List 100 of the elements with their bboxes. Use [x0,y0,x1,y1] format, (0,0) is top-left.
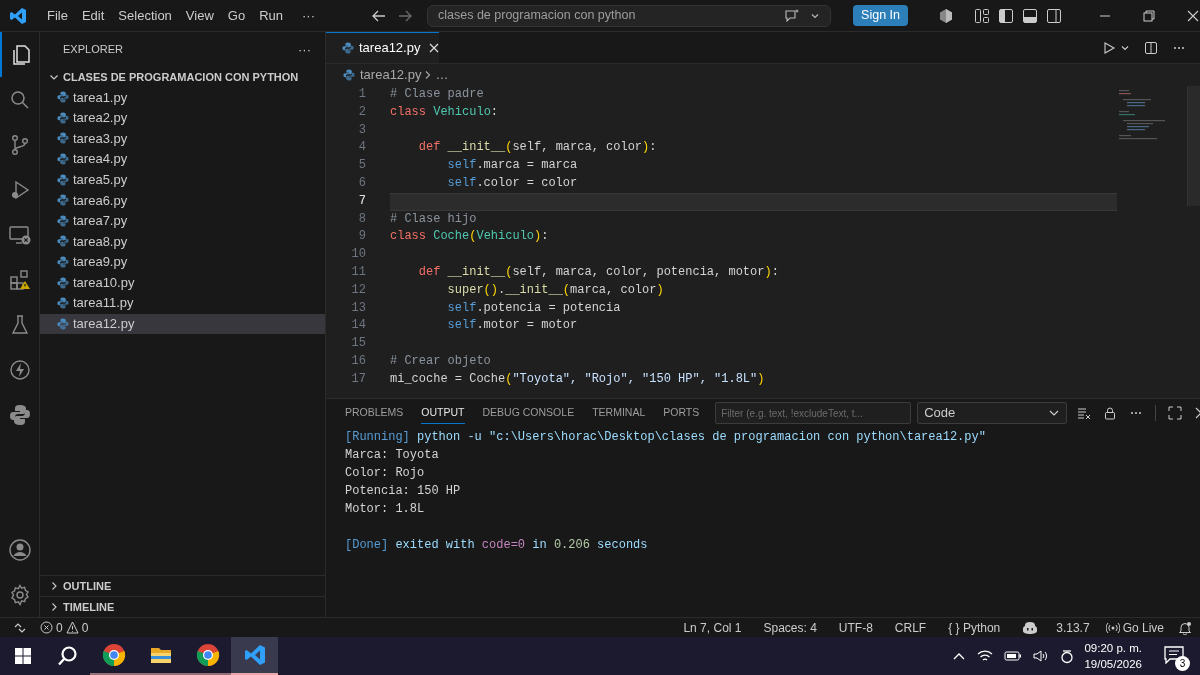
extensions-icon[interactable] [7,267,32,292]
split-editor-icon[interactable] [1144,40,1158,55]
section-header[interactable]: OUTLINE [40,575,325,596]
menu-item[interactable]: File [40,5,75,26]
panel-tab[interactable]: PORTS [663,402,700,424]
tree-item[interactable]: tarea4.py [40,148,325,170]
panel-tab[interactable]: OUTPUT [421,401,465,425]
sync-icon[interactable] [1060,648,1075,664]
file-name: tarea5.py [73,170,128,189]
tree-item[interactable]: tarea2.py [40,107,325,129]
problems-indicator[interactable]: 0 0 [40,618,89,637]
line-number: 13 [350,299,366,317]
file-name: tarea1.py [73,88,128,107]
channel-dropdown[interactable]: Code [917,402,1068,424]
sign-in-button[interactable]: Sign In [853,5,908,26]
more-menu-button[interactable]: ··· [290,5,327,26]
tree-item[interactable]: tarea8.py [40,231,325,252]
file-name: tarea7.py [73,212,128,231]
python-file-icon [57,256,69,269]
restore-icon[interactable] [1142,8,1156,23]
tree-item[interactable]: tarea12.py [40,313,325,335]
secondary-sidebar-icon[interactable] [1046,7,1062,24]
command-center[interactable]: clases de programacion con python [427,4,832,27]
line-number: 16 [350,352,366,370]
account-icon[interactable] [7,538,32,562]
code-line: # Clase padre [390,86,485,103]
tree-item[interactable]: tarea6.py [40,189,325,211]
line-ending[interactable]: CRLF [894,618,927,637]
panel-toggle-icon[interactable] [1022,7,1038,24]
python-file-icon [57,297,69,310]
clock-time[interactable]: 09:20 p. m. [1084,640,1142,656]
line-number: 12 [350,281,366,299]
tree-item[interactable]: tarea11.py [40,292,325,314]
output-line: Marca: Toyota [345,447,440,464]
tree-item[interactable]: tarea5.py [40,169,325,190]
lock-icon[interactable] [1103,406,1118,420]
customize-layout-icon[interactable] [974,7,990,24]
line-number: 6 [357,175,366,192]
filter-field[interactable]: Filter (e.g. text, !excludeText, t... [715,402,912,424]
warning-count: 0 [81,619,89,637]
bell-icon[interactable] [1178,620,1192,635]
folder-name: CLASES DE PROGRAMACION CON PYTHON [63,69,299,85]
file-name: tarea12.py [73,315,135,334]
panel-tab[interactable]: TERMINAL [592,402,646,424]
file-name: tarea3.py [73,129,128,148]
warning-icon [65,621,79,634]
close-icon[interactable] [1186,8,1200,23]
tree-item[interactable]: tarea10.py [40,272,325,293]
sidebar-toggle-icon[interactable] [998,7,1014,24]
maximize-icon[interactable] [1168,406,1183,420]
editor-tab[interactable]: tarea12.py [326,32,439,63]
tree-item[interactable]: tarea1.py [40,87,325,108]
tree-item[interactable]: tarea9.py [40,251,325,273]
windows-start-icon[interactable] [13,647,32,665]
menu-item[interactable]: View [178,5,221,26]
file-name: tarea10.py [73,273,135,292]
folder-header[interactable]: CLASES DE PROGRAMACION CON PYTHON [40,67,325,87]
clock-date[interactable]: 19/05/2026 [1084,656,1142,672]
run-icon[interactable] [1102,40,1116,55]
indentation[interactable]: Spaces: 4 [763,618,817,637]
menu-item[interactable]: Edit [74,5,112,26]
cube-icon[interactable] [938,7,954,24]
breadcrumb-item[interactable]: … [435,65,449,85]
menu-item[interactable]: Selection [111,5,179,26]
code-line: self.potencia = potencia [446,299,622,317]
taskbar-app[interactable] [231,637,278,675]
code-line: self.color = color [446,175,579,192]
battery-icon[interactable] [1004,650,1023,662]
tree-item[interactable]: tarea7.py [40,210,325,232]
interpreter-version[interactable]: 3.13.7 [1056,618,1090,637]
file-name: tarea11.py [73,294,134,313]
lightning-icon[interactable] [7,357,32,382]
menu-item[interactable]: Go [220,5,253,26]
wifi-icon[interactable] [977,649,994,663]
panel-tab[interactable]: DEBUG CONSOLE [482,402,575,424]
code-line: class Vehiculo: [390,103,500,121]
tree-item[interactable]: tarea3.py [40,128,325,149]
output-line: Motor: 1.8L [345,501,426,518]
panel-tab[interactable]: PROBLEMS [345,402,404,424]
notification-badge: 3 [1175,656,1190,671]
python-file-icon [343,69,355,81]
encoding[interactable]: UTF-8 [838,618,873,637]
search-icon[interactable] [56,645,79,667]
language-mode[interactable]: { } Python [948,618,1001,637]
line-number: 8 [357,210,366,228]
go-live-button[interactable]: Go Live [1105,618,1164,637]
menu-item[interactable]: Run [252,5,290,26]
code-line: self.marca = marca [446,157,579,175]
breadcrumb-item[interactable]: tarea12.py [360,65,422,85]
line-number: 5 [357,157,366,175]
close-icon[interactable] [428,42,441,54]
clear-output-icon[interactable] [1077,406,1092,420]
output-line: [Done] exited with code=0 in 0.206 seconds [345,537,649,554]
line-number: 1 [357,86,366,103]
line-number: 7 [357,192,366,210]
python-icon[interactable] [7,402,32,427]
python-file-icon [57,111,69,124]
cursor-position[interactable]: Ln 7, Col 1 [683,618,742,637]
more-actions-button[interactable]: ··· [298,39,311,60]
volume-icon[interactable] [1033,649,1050,663]
